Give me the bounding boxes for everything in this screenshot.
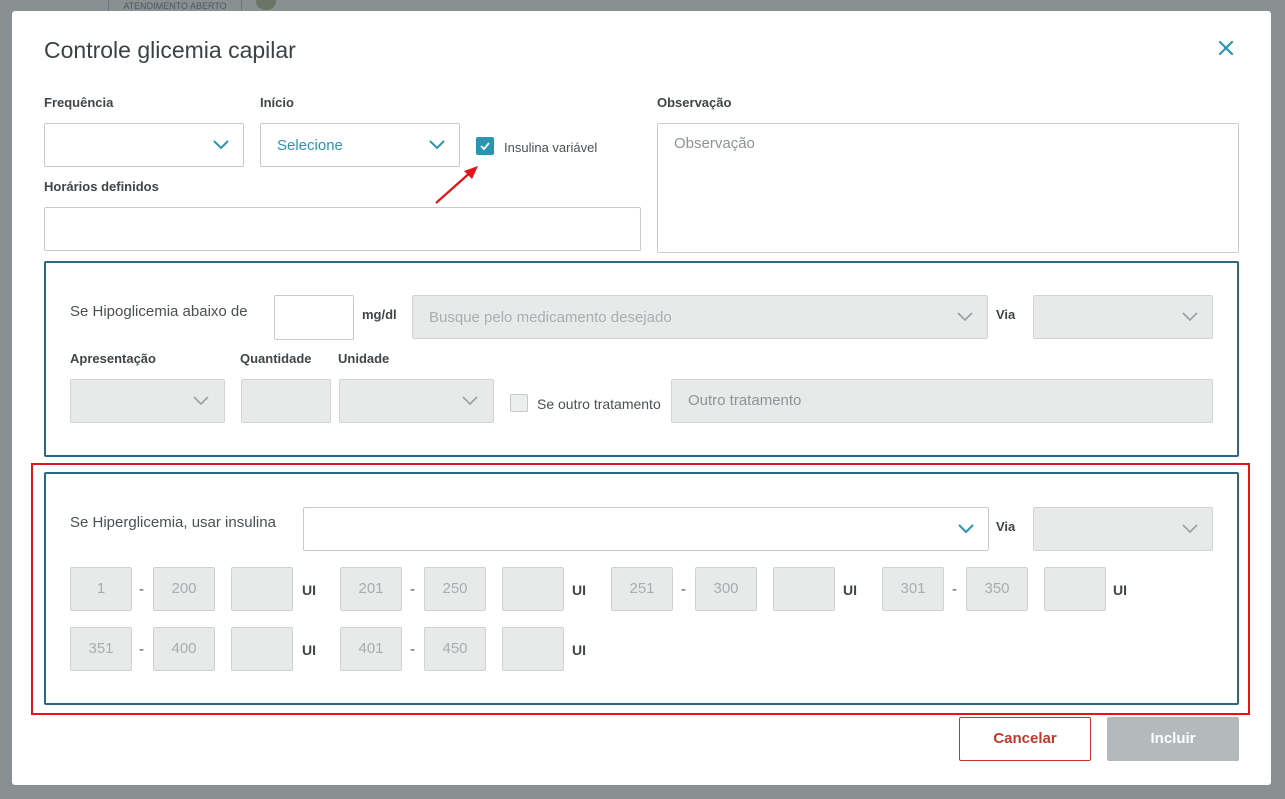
annotation-arrow-icon: [435, 166, 478, 204]
quantidade-input[interactable]: [241, 379, 331, 423]
check-icon: [480, 142, 490, 151]
mgdl-unit-label: mg/dl: [362, 307, 397, 322]
hipoglicemia-section: Se Hipoglicemia abaixo de mg/dl Busque p…: [44, 261, 1239, 457]
range-from-input[interactable]: 251: [611, 567, 673, 611]
insulina-variavel-checkbox[interactable]: [476, 137, 494, 155]
ui-dose-input[interactable]: [502, 627, 564, 671]
cancel-button[interactable]: Cancelar: [959, 717, 1091, 761]
ui-unit-label: UI: [843, 582, 857, 598]
hiperglicemia-section: Se Hiperglicemia, usar insulina Via 1 - …: [44, 472, 1239, 705]
ui-dose-input[interactable]: [773, 567, 835, 611]
frequencia-label: Frequência: [44, 95, 114, 110]
medicamento-placeholder: Busque pelo medicamento desejado: [429, 309, 672, 326]
observacao-label: Observação: [657, 95, 732, 110]
insulina-select[interactable]: [303, 507, 989, 551]
range-from-input[interactable]: 351: [70, 627, 132, 671]
close-icon[interactable]: [1215, 37, 1237, 59]
quantidade-label: Quantidade: [240, 351, 312, 366]
chevron-down-icon: [1182, 312, 1198, 322]
observacao-placeholder: Observação: [674, 135, 755, 152]
ui-unit-label: UI: [302, 642, 316, 658]
apresentacao-select[interactable]: [70, 379, 225, 423]
ui-dose-input[interactable]: [1044, 567, 1106, 611]
via-select[interactable]: [1033, 295, 1213, 339]
range-to-input[interactable]: 250: [424, 567, 486, 611]
via-label: Via: [996, 307, 1016, 322]
chevron-down-icon: [213, 140, 229, 150]
apresentacao-label: Apresentação: [70, 351, 156, 366]
insulina-variavel-label: Insulina variável: [504, 140, 598, 155]
range-from-input[interactable]: 201: [340, 567, 402, 611]
frequencia-select[interactable]: [44, 123, 244, 167]
outro-tratamento-input[interactable]: Outro tratamento: [671, 379, 1213, 423]
ui-dose-input[interactable]: [231, 627, 293, 671]
range-to-input[interactable]: 450: [424, 627, 486, 671]
outro-tratamento-checkbox[interactable]: [510, 394, 528, 412]
ui-dose-input[interactable]: [231, 567, 293, 611]
medicamento-search-select[interactable]: Busque pelo medicamento desejado: [412, 295, 988, 339]
inicio-value: Selecione: [277, 137, 343, 154]
chevron-down-icon: [462, 396, 478, 406]
outro-tratamento-checkbox-label: Se outro tratamento: [537, 396, 661, 412]
chevron-down-icon: [958, 524, 974, 534]
chevron-down-icon: [1182, 524, 1198, 534]
range-to-input[interactable]: 350: [966, 567, 1028, 611]
hipoglicemia-label: Se Hipoglicemia abaixo de: [70, 303, 248, 320]
hiperglicemia-label: Se Hiperglicemia, usar insulina: [70, 514, 276, 531]
range-dash: -: [139, 581, 144, 598]
ui-unit-label: UI: [572, 642, 586, 658]
chevron-down-icon: [429, 140, 445, 150]
ui-unit-label: UI: [572, 582, 586, 598]
range-from-input[interactable]: 301: [882, 567, 944, 611]
unidade-label: Unidade: [338, 351, 390, 366]
submit-button[interactable]: Incluir: [1107, 717, 1239, 761]
via-label: Via: [996, 519, 1016, 534]
ui-unit-label: UI: [302, 582, 316, 598]
modal-dialog: Controle glicemia capilar Frequência Iní…: [12, 11, 1271, 785]
hipoglicemia-threshold-input[interactable]: [274, 295, 354, 340]
range-dash: -: [410, 641, 415, 658]
range-dash: -: [410, 581, 415, 598]
horarios-label: Horários definidos: [44, 179, 159, 194]
modal-title: Controle glicemia capilar: [44, 37, 296, 63]
ui-dose-input[interactable]: [502, 567, 564, 611]
range-dash: -: [952, 581, 957, 598]
range-to-input[interactable]: 200: [153, 567, 215, 611]
range-to-input[interactable]: 400: [153, 627, 215, 671]
horarios-input[interactable]: [44, 207, 641, 251]
observacao-textarea[interactable]: Observação: [657, 123, 1239, 253]
chevron-down-icon: [193, 396, 209, 406]
outro-tratamento-placeholder: Outro tratamento: [688, 392, 802, 409]
range-dash: -: [681, 581, 686, 598]
chevron-down-icon: [957, 312, 973, 322]
hiper-via-select[interactable]: [1033, 507, 1213, 551]
range-from-input[interactable]: 1: [70, 567, 132, 611]
unidade-select[interactable]: [339, 379, 494, 423]
range-dash: -: [139, 641, 144, 658]
range-to-input[interactable]: 300: [695, 567, 757, 611]
range-from-input[interactable]: 401: [340, 627, 402, 671]
inicio-label: Início: [260, 95, 294, 110]
ui-unit-label: UI: [1113, 582, 1127, 598]
